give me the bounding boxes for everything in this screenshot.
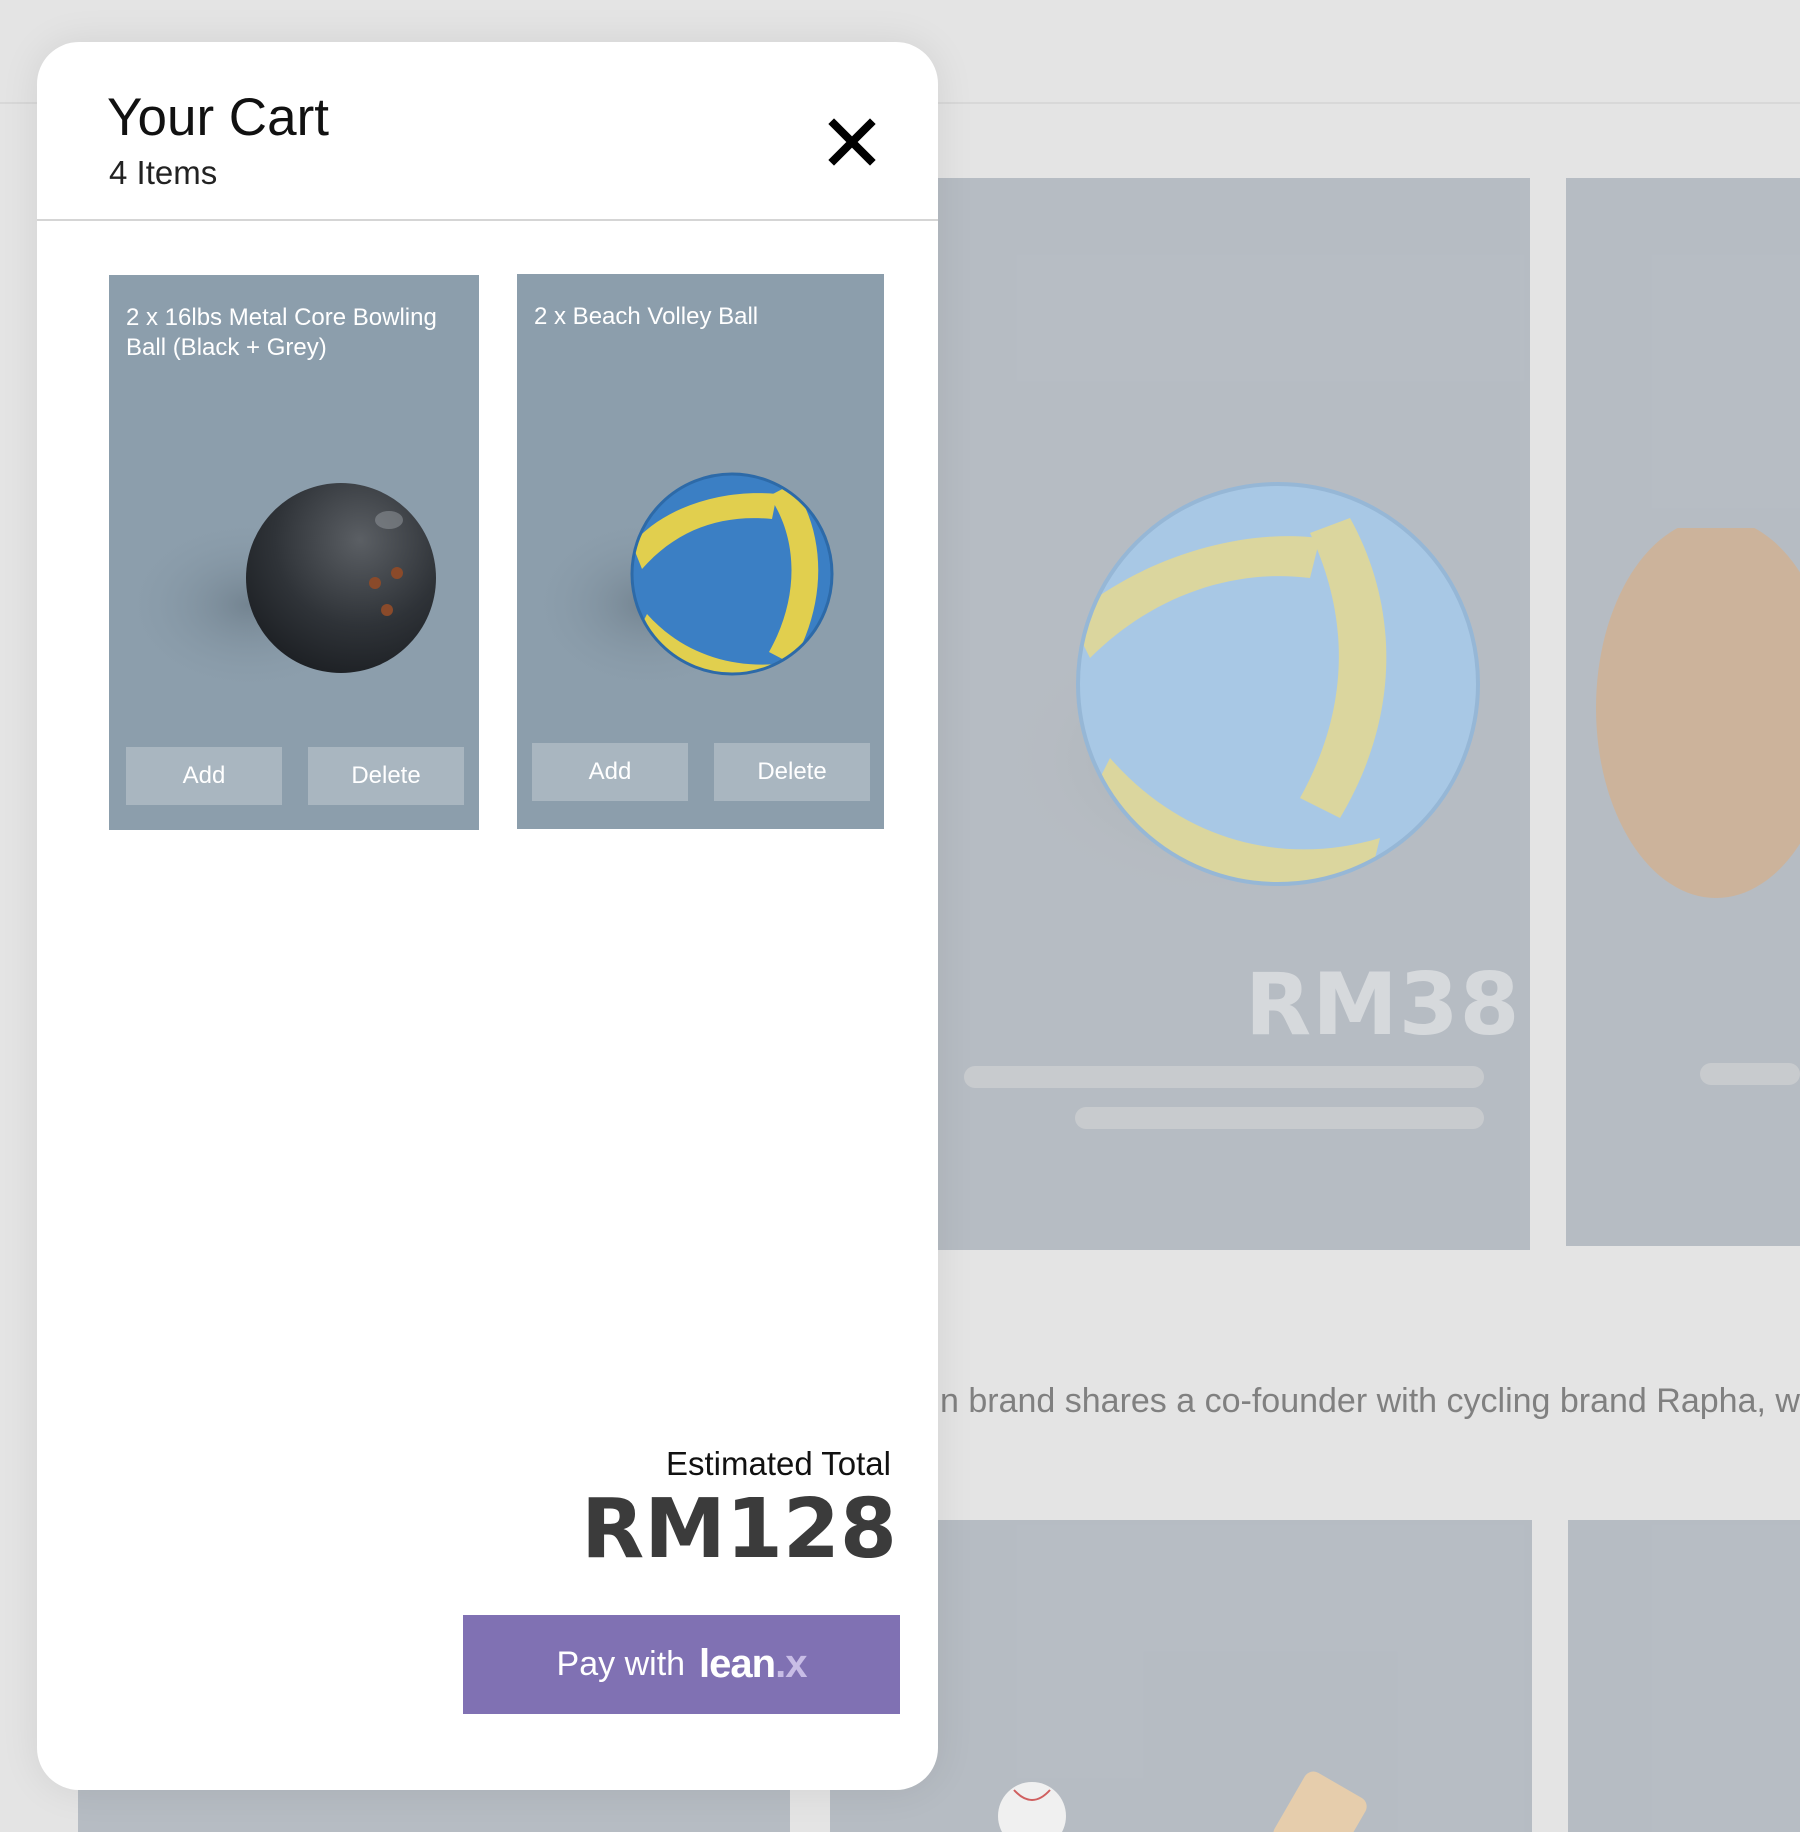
cart-item-title: 2 x Beach Volley Ball [534,303,759,330]
estimated-total-label: Estimated Total [665,1445,891,1482]
product-card[interactable] [1568,1520,1800,1832]
close-icon [828,118,876,166]
close-button[interactable] [822,112,882,172]
product-card-volleyball[interactable] [920,178,1530,1250]
delete-button[interactable]: Delete [308,747,464,805]
add-button[interactable]: Add [532,743,688,801]
volley-ball-image [537,472,834,694]
product-card-football[interactable] [1566,178,1800,1246]
cart-drawer: Your Cart 4 Items 2 x 16lbs Metal Core B… [37,42,938,1790]
skeleton-line [1075,1107,1484,1129]
cart-item-count: 4 Items [109,154,218,191]
header-divider [37,219,938,221]
featured-price: RM38 [1245,955,1521,1055]
pay-button-label: Pay with [556,1645,686,1683]
add-button[interactable]: Add [126,747,282,805]
delete-button[interactable]: Delete [714,743,870,801]
ball-image [1596,528,1800,898]
volleyball-image [990,482,1480,908]
cart-item-card: 2 x Beach Volley Ball Add Delete [517,274,884,829]
skeleton-line [1700,1063,1800,1085]
product-description: n brand shares a co-founder with cycling… [940,1382,1800,1420]
cart-title: Your Cart [107,88,329,147]
baseball-image [998,1771,1367,1832]
estimated-total-value: RM128 [581,1482,897,1577]
pay-button[interactable]: Pay with lean.x [463,1615,900,1714]
skeleton-line [964,1066,1484,1088]
bowling-ball-image [129,483,436,695]
cart-item-card: 2 x 16lbs Metal Core Bowling Ball (Black… [109,275,479,830]
leanx-logo: lean.x [699,1642,807,1686]
cart-item-title: 2 x 16lbs Metal Core Bowling Ball (Black… [126,304,437,361]
